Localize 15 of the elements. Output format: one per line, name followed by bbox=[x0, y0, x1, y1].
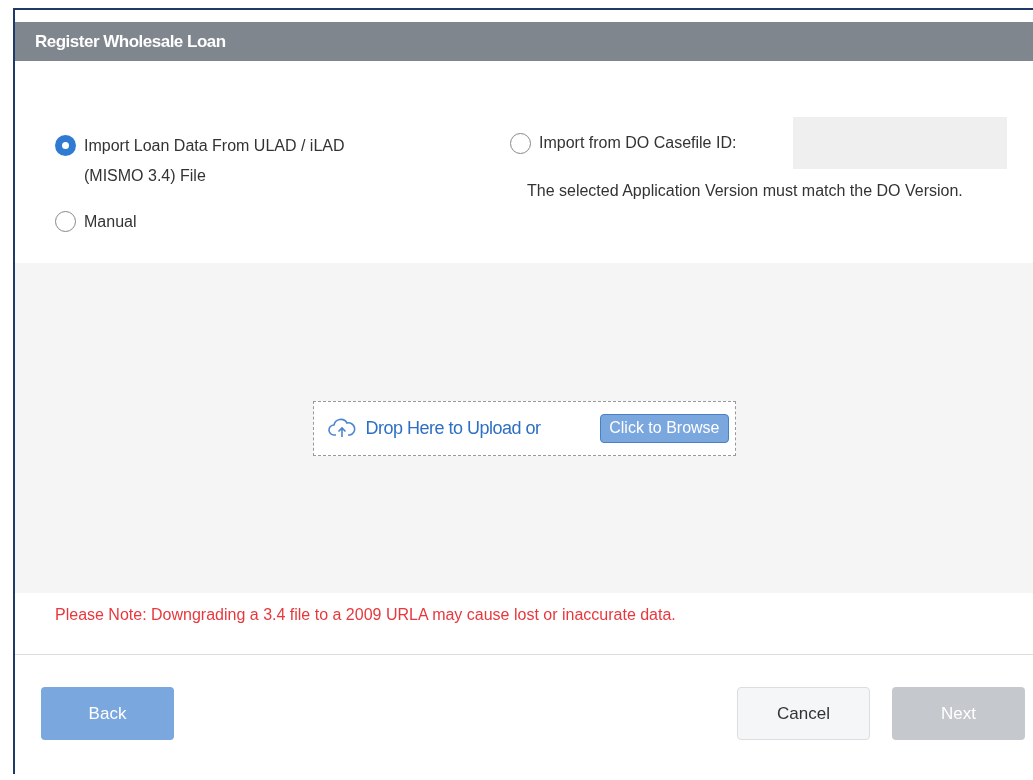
radio-button[interactable] bbox=[55, 211, 76, 232]
drop-zone[interactable]: Drop Here to Upload or Click to Browse bbox=[312, 400, 736, 456]
back-button[interactable]: Back bbox=[41, 687, 174, 740]
radio-label: Import Loan Data From ULAD / iLAD (MISMO 3.4) File bbox=[84, 136, 346, 186]
cloud-upload-icon bbox=[327, 417, 356, 439]
radio-label: Import from DO Casefile ID: bbox=[539, 133, 738, 153]
radio-button[interactable] bbox=[55, 135, 76, 156]
warning-note: Please Note: Downgrading a 3.4 file to a 2009 URLA may cause lost or inaccurate data. bbox=[55, 606, 676, 623]
dialog-title: Register Wholesale Loan bbox=[35, 30, 226, 53]
radio-button[interactable] bbox=[510, 132, 531, 154]
radio-label: Manual bbox=[84, 212, 138, 232]
version-hint: The selected Application Version must match the DO Version. bbox=[527, 181, 964, 201]
upload-text: Drop Here to Upload or bbox=[365, 416, 541, 440]
cancel-button[interactable]: Cancel bbox=[737, 687, 870, 740]
browse-button[interactable]: Click to Browse bbox=[600, 413, 729, 443]
